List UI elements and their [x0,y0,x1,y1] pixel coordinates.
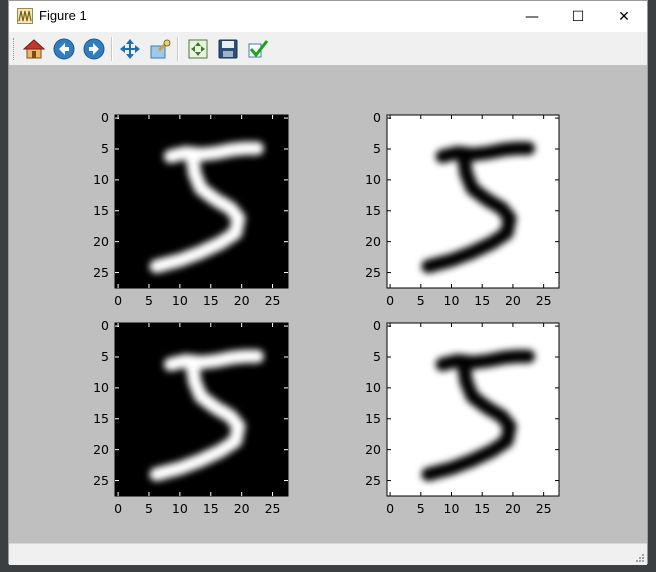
navigation-toolbar [9,32,647,65]
y-tick-label: 0 [373,110,381,126]
y-tick-label: 5 [373,348,381,364]
x-tick-label: 20 [504,293,521,308]
image-subplot-3 [114,322,289,497]
save-disk-icon [218,39,238,59]
forward-arrow-icon [83,38,105,60]
y-tick-label: 0 [101,318,109,334]
y-tick-label: 25 [93,472,109,488]
zoom-button[interactable] [147,36,173,62]
toolbar-separator [111,37,113,61]
x-tick-label: 25 [535,501,552,516]
x-tick-label: 20 [504,501,521,516]
save-button[interactable] [215,36,241,62]
x-tick-label: 0 [114,293,123,308]
x-tick-label: 20 [233,293,250,308]
window-title: Figure 1 [39,8,87,23]
y-tick-label: 15 [93,202,109,218]
y-tick-label: 25 [365,472,381,488]
figure-canvas[interactable]: 0 5 10 15 20 25 0 5 10 15 20 25 0 5 10 15 20 25 0 5 10 15 20 25… [9,65,647,543]
y-tick-label: 25 [93,264,109,280]
edit-button[interactable] [245,36,271,62]
minimize-icon: — [525,8,539,25]
y-tick-label: 10 [365,171,381,187]
x-tick-label: 0 [114,501,123,516]
maximize-button[interactable]: ☐ [555,1,601,32]
x-tick-label: 20 [233,501,250,516]
x-tick-label: 25 [535,293,552,308]
y-tick-label: 25 [365,264,381,280]
image-background [387,323,559,496]
y-tick-label: 10 [365,379,381,395]
x-tick-label: 5 [145,501,153,516]
forward-button[interactable] [81,36,107,62]
x-tick-label: 10 [443,293,460,308]
image-subplot-2 [386,114,560,289]
y-tick-label: 0 [373,318,381,334]
figure-window: Figure 1 — ☐ ✕ 0 5 10 15 20 25 0 5 10 15… [8,0,648,565]
back-button[interactable] [51,36,77,62]
maximize-icon: ☐ [571,8,585,25]
image-background [387,115,559,288]
y-tick-label: 20 [365,233,381,249]
x-tick-label: 10 [443,501,460,516]
y-tick-label: 5 [373,140,381,156]
x-tick-label: 5 [416,293,425,308]
image-subplot-1 [114,114,289,289]
x-tick-label: 15 [474,293,491,308]
matplotlib-app-icon [17,8,33,24]
y-tick-label: 0 [101,110,109,126]
x-tick-label: 15 [474,501,491,516]
x-tick-label: 0 [386,501,395,516]
y-tick-label: 20 [93,233,109,249]
image-subplot-4 [386,322,560,497]
toolbar-grip[interactable] [13,38,16,60]
x-tick-label: 5 [416,501,425,516]
resize-grip-icon[interactable] [635,553,645,563]
x-tick-label: 10 [171,501,188,516]
status-bar [9,543,647,565]
y-tick-label: 10 [93,379,109,395]
image-background [115,115,288,288]
x-tick-label: 15 [202,293,219,308]
toolbar-separator [177,37,179,61]
image-background [115,323,288,496]
minimize-button[interactable]: — [509,1,555,32]
x-tick-label: 25 [264,293,281,308]
y-tick-label: 20 [365,441,381,457]
y-tick-label: 15 [93,410,109,426]
pan-button[interactable] [117,36,143,62]
y-tick-label: 15 [365,410,381,426]
y-tick-label: 20 [93,441,109,457]
close-button[interactable]: ✕ [601,1,647,32]
checkmark-icon [248,40,269,58]
x-tick-label: 25 [264,501,281,516]
y-tick-label: 15 [365,202,381,218]
home-icon [23,39,45,59]
subplots-button[interactable] [185,36,211,62]
x-tick-label: 0 [386,293,395,308]
home-button[interactable] [21,36,47,62]
y-tick-label: 5 [101,140,109,156]
close-icon: ✕ [618,8,630,25]
y-tick-label: 10 [93,171,109,187]
title-bar[interactable]: Figure 1 — ☐ ✕ [9,1,647,32]
y-tick-label: 5 [101,348,109,364]
zoom-rect-icon [150,39,171,59]
move-arrows-icon [120,39,140,59]
x-tick-label: 15 [202,501,219,516]
x-tick-label: 10 [171,293,188,308]
back-arrow-icon [53,38,75,60]
configure-subplots-icon [188,39,208,59]
x-tick-label: 5 [145,293,153,308]
